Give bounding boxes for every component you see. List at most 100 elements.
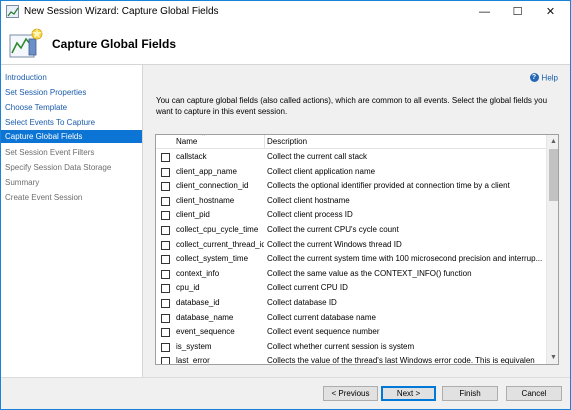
help-question-icon: ? (529, 73, 539, 83)
row-checkbox[interactable] (161, 182, 170, 192)
row-checkbox[interactable] (161, 284, 170, 294)
row-checkbox[interactable] (161, 196, 170, 206)
column-separator[interactable] (264, 135, 265, 149)
column-header-description[interactable]: Description (267, 137, 307, 146)
scroll-down-icon[interactable]: ▼ (547, 351, 558, 364)
global-fields-grid: ^ Name Description callstack Collect the … (155, 134, 559, 365)
cell-name: collect_current_thread_id (176, 239, 264, 249)
cell-description: Collect client process ID (267, 210, 353, 220)
table-row[interactable]: is_system Collect whether current session… (156, 340, 546, 355)
table-row[interactable]: event_sequence Collect event sequence num… (156, 325, 546, 340)
row-checkbox[interactable] (161, 298, 170, 308)
cell-name: client_pid (176, 210, 210, 220)
cell-name: event_sequence (176, 327, 235, 337)
cell-name: client_app_name (176, 166, 237, 176)
row-checkbox[interactable] (161, 313, 170, 323)
nav-item-create-event-session: Create Event Session (5, 193, 83, 202)
row-checkbox[interactable] (161, 269, 170, 279)
cell-name: collect_system_time (176, 254, 249, 264)
wizard-header: Capture Global Fields (1, 23, 570, 65)
cell-description: Collect the current system time with 100… (267, 254, 543, 264)
cell-name: database_name (176, 312, 234, 322)
row-checkbox[interactable] (161, 211, 170, 221)
table-row[interactable]: client_hostname Collect client hostname (156, 194, 546, 209)
nav-item-introduction[interactable]: Introduction (1, 71, 142, 84)
cell-description: Collect current CPU ID (267, 283, 348, 293)
page-description: You can capture global fields (also call… (156, 96, 548, 116)
cell-description: Collect client application name (267, 166, 376, 176)
cell-name: client_hostname (176, 195, 235, 205)
row-checkbox[interactable] (161, 357, 170, 364)
cancel-button[interactable]: Cancel (506, 386, 562, 401)
maximize-button[interactable]: ☐ (501, 1, 534, 23)
minimize-button[interactable]: — (468, 1, 501, 23)
table-row[interactable]: collect_cpu_cycle_time Collect the curren… (156, 223, 546, 238)
cell-name: callstack (176, 152, 207, 161)
cell-name: client_connection_id (176, 181, 249, 191)
help-link[interactable]: ? Help (529, 72, 558, 83)
nav-item-specify-data-storage: Specify Session Data Storage (5, 163, 112, 172)
cell-name: context_info (176, 268, 220, 278)
nav-item-summary: Summary (5, 178, 40, 187)
wizard-window: New Session Wizard: Capture Global Field… (0, 0, 571, 410)
row-checkbox[interactable] (161, 153, 170, 162)
table-row[interactable]: client_pid Collect client process ID (156, 208, 546, 223)
help-label: Help (541, 73, 558, 83)
cell-description: Collect database ID (267, 297, 337, 307)
cell-name: cpu_id (176, 283, 200, 293)
cell-description: Collects the optional identifier provide… (267, 181, 510, 191)
row-checkbox[interactable] (161, 240, 170, 250)
nav-item-choose-template[interactable]: Choose Template (1, 101, 142, 114)
nav-item-set-session-properties[interactable]: Set Session Properties (1, 86, 142, 99)
sort-ascending-icon: ^ (202, 134, 206, 140)
wizard-footer: < Previous Next > Finish Cancel (1, 377, 570, 409)
grid-header: ^ Name Description (156, 135, 546, 149)
cell-name: is_system (176, 341, 212, 351)
window-title: New Session Wizard: Capture Global Field… (24, 6, 219, 17)
table-row[interactable]: database_id Collect database ID (156, 296, 546, 311)
cell-description: Collect current database name (267, 312, 376, 322)
nav-item-set-event-filters: Set Session Event Filters (5, 148, 95, 157)
scroll-up-icon[interactable]: ▲ (547, 135, 558, 148)
table-row[interactable]: context_info Collect the same value as th… (156, 267, 546, 282)
cell-description: Collect the current call stack (267, 152, 368, 161)
wizard-nav: Introduction Set Session Properties Choo… (1, 65, 143, 377)
app-icon (6, 5, 19, 18)
nav-item-capture-global-fields[interactable]: Capture Global Fields (1, 130, 142, 143)
close-button[interactable]: ✕ (534, 1, 567, 23)
title-bar[interactable]: New Session Wizard: Capture Global Field… (1, 1, 570, 23)
wizard-chart-icon (7, 26, 45, 62)
grid-rows: callstack Collect the current call stack c… (156, 150, 546, 365)
cell-name: collect_cpu_cycle_time (176, 224, 259, 234)
table-row[interactable]: cpu_id Collect current CPU ID (156, 281, 546, 296)
row-checkbox[interactable] (161, 328, 170, 338)
cell-description: Collect the current Windows thread ID (267, 239, 402, 249)
row-checkbox[interactable] (161, 255, 170, 265)
table-row[interactable]: client_app_name Collect client applicatio… (156, 165, 546, 180)
table-row[interactable]: callstack Collect the current call stack (156, 150, 546, 165)
table-row[interactable]: database_name Collect current database na… (156, 311, 546, 326)
page-title: Capture Global Fields (52, 37, 177, 51)
grid-scrollbar[interactable]: ▲ ▼ (546, 135, 558, 364)
finish-button[interactable]: Finish (442, 386, 498, 401)
row-checkbox[interactable] (161, 167, 170, 177)
nav-item-select-events[interactable]: Select Events To Capture (1, 116, 142, 129)
table-row[interactable]: client_connection_id Collects the optiona… (156, 179, 546, 194)
previous-button[interactable]: < Previous (323, 386, 378, 401)
content-pane: ? Help You can capture global fields (als… (144, 65, 570, 377)
cell-name: database_id (176, 297, 220, 307)
row-checkbox[interactable] (161, 342, 170, 352)
cell-description: Collect whether current session is syste… (267, 341, 415, 351)
cell-name: last_error (176, 356, 210, 365)
table-row[interactable]: last_error Collects the value of the thre… (156, 354, 546, 365)
cell-description: Collects the value of the thread's last … (267, 356, 535, 365)
scrollbar-thumb[interactable] (549, 149, 558, 201)
cell-description: Collect the same value as the CONTEXT_IN… (267, 268, 472, 278)
row-checkbox[interactable] (161, 225, 170, 235)
cell-description: Collect event sequence number (267, 327, 380, 337)
column-header-name[interactable]: Name (176, 137, 197, 146)
table-row[interactable]: collect_current_thread_id Collect the cur… (156, 238, 546, 253)
table-row[interactable]: collect_system_time Collect the current s… (156, 252, 546, 267)
next-button[interactable]: Next > (381, 386, 436, 401)
cell-description: Collect client hostname (267, 195, 350, 205)
